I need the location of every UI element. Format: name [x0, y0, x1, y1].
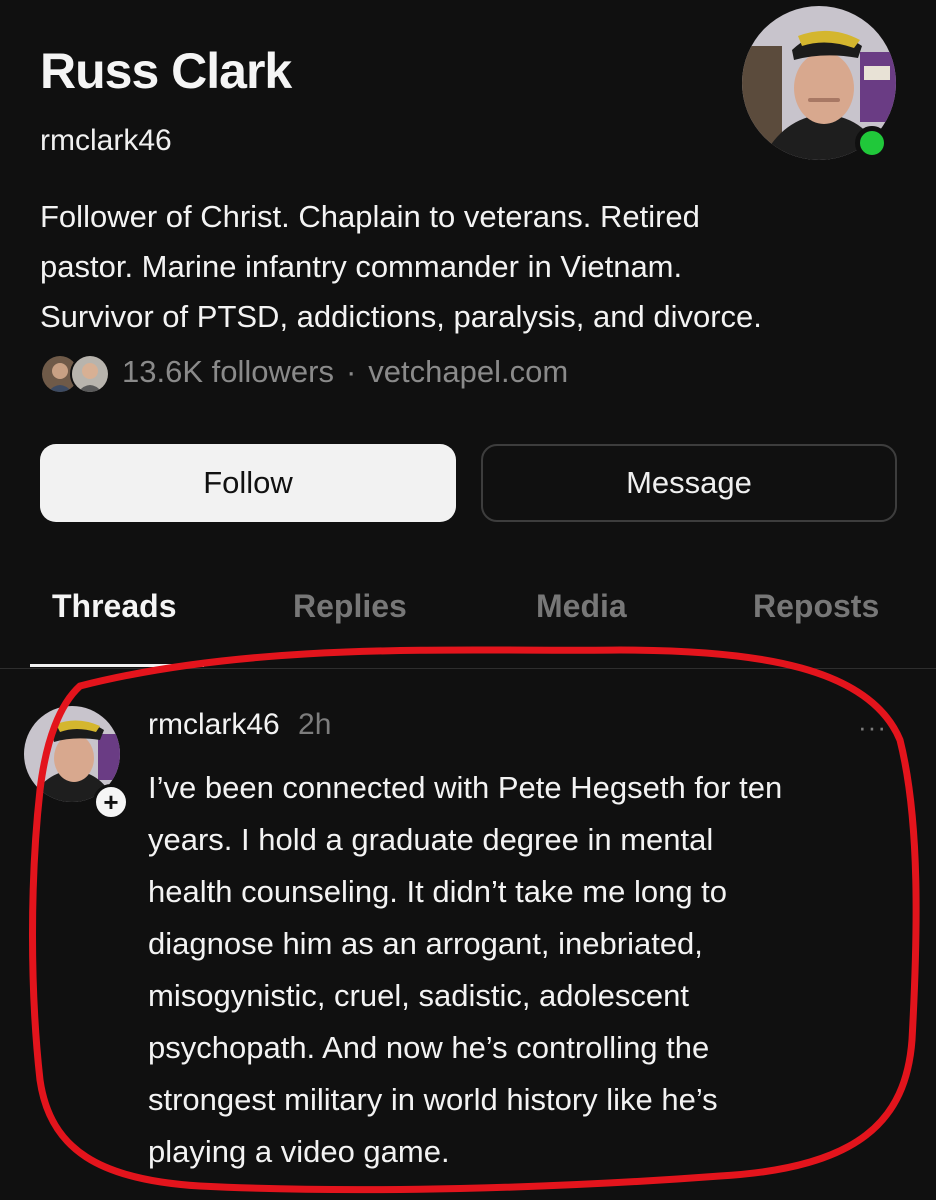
profile-display-name: Russ Clark — [40, 43, 292, 99]
post-line: misogynistic, cruel, sadistic, adolescen… — [148, 978, 690, 1013]
profile-bio: Follower of Christ. Chaplain to veterans… — [40, 192, 880, 342]
follower-avatars[interactable] — [40, 352, 112, 394]
tab-media[interactable]: Media — [536, 588, 627, 625]
profile-username: rmclark46 — [40, 124, 172, 157]
website-link[interactable]: vetchapel.com — [368, 354, 568, 390]
post-line: strongest military in world history like… — [148, 1082, 718, 1117]
bio-line: pastor. Marine infantry commander in Vie… — [40, 249, 683, 284]
bio-line: Follower of Christ. Chaplain to veterans… — [40, 199, 700, 234]
follower-avatar — [70, 354, 110, 394]
meta-separator: · — [345, 354, 357, 389]
follow-button[interactable]: Follow — [40, 444, 456, 522]
post-timestamp: 2h — [298, 708, 332, 741]
post-author[interactable]: rmclark46 — [148, 708, 280, 741]
post-header: rmclark46 2h — [148, 708, 331, 742]
post-line: playing a video game. — [148, 1134, 450, 1169]
profile-tabs: Threads Replies Media Reposts — [0, 580, 936, 669]
post-line: years. I hold a graduate degree in menta… — [148, 822, 714, 857]
post-line: diagnose him as an arrogant, inebriated, — [148, 926, 703, 961]
tab-threads[interactable]: Threads — [52, 588, 176, 625]
followers-row: 13.6K followers · vetchapel.com — [40, 350, 568, 394]
post-line: I’ve been connected with Pete Hegseth fo… — [148, 770, 783, 805]
post-line: psychopath. And now he’s controlling the — [148, 1030, 710, 1065]
online-status-dot — [855, 126, 889, 160]
post-text: I’ve been connected with Pete Hegseth fo… — [148, 762, 908, 1178]
active-tab-indicator — [30, 664, 204, 667]
followers-count[interactable]: 13.6K followers — [122, 354, 334, 390]
more-options-icon[interactable]: ··· — [858, 712, 887, 743]
tab-replies[interactable]: Replies — [293, 588, 407, 625]
message-button[interactable]: Message — [481, 444, 897, 522]
bio-line: Survivor of PTSD, addictions, paralysis,… — [40, 299, 762, 334]
follow-plus-icon[interactable]: + — [93, 784, 129, 820]
post-line: health counseling. It didn’t take me lon… — [148, 874, 728, 909]
tab-reposts[interactable]: Reposts — [753, 588, 879, 625]
